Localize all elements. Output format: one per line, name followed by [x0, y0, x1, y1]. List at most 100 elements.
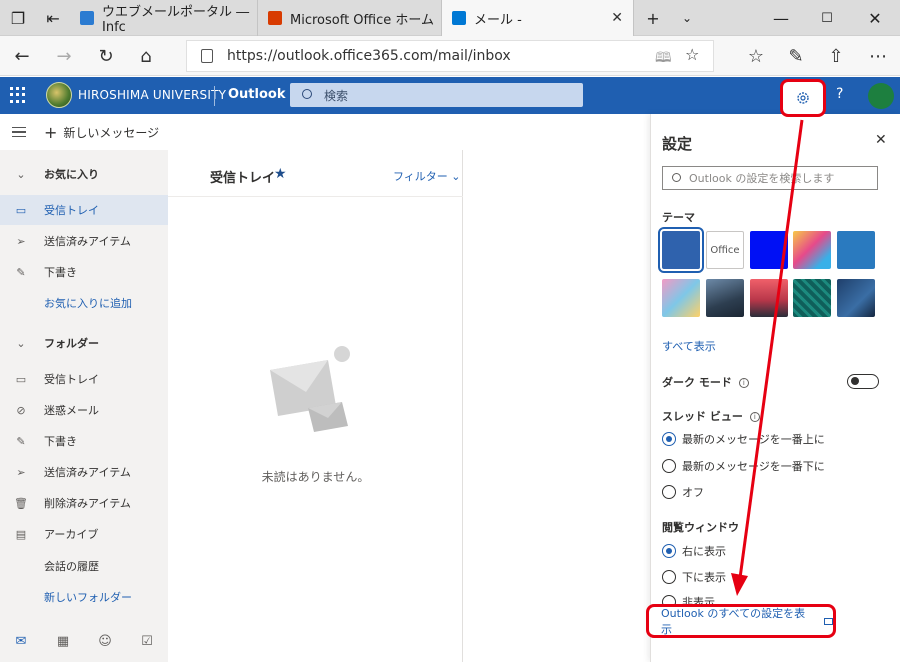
folder-item-drafts[interactable]: ✎ 下書き [0, 426, 168, 456]
app-launcher-icon[interactable] [10, 87, 26, 103]
radio-button[interactable] [662, 485, 676, 499]
tab-list-chevron-icon[interactable]: ⌄ [672, 0, 702, 36]
refresh-icon[interactable]: ↻ [92, 42, 120, 70]
theme-swatch-colorful[interactable] [793, 231, 831, 269]
browser-tab-webmail-portal[interactable]: ウエブメールポータル ― Infc [70, 0, 258, 36]
browser-tab-office-home[interactable]: Microsoft Office ホーム [258, 0, 442, 36]
favorites-item-drafts[interactable]: ✎ 下書き [0, 257, 168, 287]
filter-label: フィルター [393, 170, 448, 183]
thread-option-off[interactable]: オフ [662, 484, 704, 500]
hamburger-menu-icon[interactable] [12, 127, 26, 137]
folders-heading: フォルダー [44, 337, 99, 350]
radio-button[interactable] [662, 432, 676, 446]
view-all-outlook-settings-link[interactable]: Outlook のすべての設定を表示 [646, 604, 836, 638]
new-tab-icon[interactable]: + [634, 0, 672, 36]
favorites-item-inbox[interactable]: ▭ 受信トレイ [0, 195, 168, 225]
pen-icon[interactable]: ✎ [782, 42, 810, 70]
home-icon[interactable]: ⌂ [132, 42, 160, 70]
new-folder-link[interactable]: 新しいフォルダー [0, 582, 168, 612]
outlook-favicon-icon [452, 11, 466, 25]
folder-pane: ⌄ お気に入り ▭ 受信トレイ ➢ 送信済みアイテム ✎ 下書き お気に入りに追… [0, 150, 168, 662]
search-box[interactable]: 検索 [290, 83, 583, 107]
folder-item-archive[interactable]: ▤ アーカイブ [0, 519, 168, 549]
folder-item-inbox[interactable]: ▭ 受信トレイ [0, 364, 168, 394]
reading-view-icon[interactable]: 🕮 [655, 47, 672, 71]
forward-icon[interactable]: → [50, 42, 78, 70]
close-icon[interactable]: ✕ [875, 132, 887, 148]
folder-label: 受信トレイ [44, 373, 99, 386]
plus-icon: + [44, 123, 58, 142]
mail-icon[interactable]: ✉ [0, 628, 42, 658]
url-field[interactable]: https://outlook.office365.com/mail/inbox… [186, 40, 714, 72]
radio-label: 下に表示 [682, 571, 726, 584]
close-tab-icon[interactable]: ✕ [611, 10, 623, 26]
favorites-item-sent[interactable]: ➢ 送信済みアイテム [0, 226, 168, 256]
thread-option-newest-bottom[interactable]: 最新のメッセージを一番下に [662, 458, 825, 474]
radio-button[interactable] [662, 459, 676, 473]
help-icon[interactable]: ? [836, 86, 843, 102]
command-bar: + 新しいメッセージ [0, 114, 650, 150]
folders-header[interactable]: ⌄ フォルダー [0, 328, 168, 358]
calendar-icon[interactable]: ▦ [42, 628, 84, 658]
settings-search-placeholder: Outlook の設定を検索します [689, 172, 835, 185]
settings-panel: 設定 ✕ Outlook の設定を検索します テーマ Office すべて表示 … [650, 114, 900, 662]
filter-button[interactable]: フィルター ⌄ [393, 168, 461, 184]
app-name[interactable]: Outlook [228, 87, 285, 102]
browser-tab-mail[interactable]: メール - ✕ [442, 0, 634, 36]
folder-label: 送信済みアイテム [44, 235, 131, 248]
gear-icon [797, 92, 809, 104]
inbox-icon: ▭ [15, 203, 27, 217]
set-aside-tabs-icon[interactable]: ⇤ [36, 0, 70, 36]
folder-label: 会話の履歴 [44, 560, 99, 573]
folder-item-conversation-history[interactable]: 会話の履歴 [0, 551, 168, 581]
new-message-button[interactable]: + 新しいメッセージ [44, 123, 159, 142]
favorites-heading: お気に入り [44, 168, 99, 181]
theme-swatch-pastel[interactable] [662, 279, 700, 317]
dark-mode-toggle[interactable] [847, 374, 879, 389]
reading-option-bottom[interactable]: 下に表示 [662, 569, 726, 585]
show-all-themes-link[interactable]: すべて表示 [662, 338, 716, 354]
avatar[interactable] [868, 83, 894, 109]
theme-swatch-nation[interactable] [837, 279, 875, 317]
info-icon[interactable]: i [749, 412, 760, 422]
favorite-star-icon[interactable]: ★ [274, 166, 287, 182]
tab-actions-icon[interactable]: ❐ [0, 0, 36, 36]
settings-search-input[interactable]: Outlook の設定を検索します [662, 166, 878, 190]
favorites-list-icon[interactable]: ☆ [742, 42, 770, 70]
university-name: HIROSHIMA UNIVERSITY [78, 88, 227, 102]
theme-swatch-pattern-blue[interactable] [837, 231, 875, 269]
theme-swatch-blue[interactable] [658, 227, 704, 273]
trash-icon: 🗑 [14, 496, 28, 510]
theme-swatch-mountain[interactable] [706, 279, 744, 317]
add-to-favorites-link[interactable]: お気に入りに追加 [0, 288, 168, 318]
favorites-header[interactable]: ⌄ お気に入り [0, 159, 168, 189]
back-icon[interactable]: ← [8, 42, 36, 70]
close-window-icon[interactable]: ✕ [852, 0, 898, 36]
radio-label: 右に表示 [682, 545, 726, 558]
info-icon[interactable]: i [738, 378, 749, 388]
folder-item-deleted[interactable]: 🗑 削除済みアイテム [0, 488, 168, 518]
favorite-star-icon[interactable]: ☆ [685, 45, 699, 64]
radio-button[interactable] [662, 570, 676, 584]
tasks-icon[interactable]: ☑ [126, 628, 168, 658]
radio-button[interactable] [662, 544, 676, 558]
folder-label: 受信トレイ [44, 204, 99, 217]
more-icon[interactable]: ⋯ [864, 42, 892, 70]
search-icon [672, 173, 681, 182]
thread-option-newest-top[interactable]: 最新のメッセージを一番上に [662, 431, 825, 447]
radio-label: 最新のメッセージを一番上に [682, 433, 825, 446]
minimize-icon[interactable]: — [758, 0, 804, 36]
dark-mode-label: ダーク モード i [662, 374, 749, 390]
theme-swatch-sunset[interactable] [750, 279, 788, 317]
maximize-icon[interactable]: ☐ [804, 0, 850, 36]
folder-item-sent[interactable]: ➢ 送信済みアイテム [0, 457, 168, 487]
folder-item-junk[interactable]: ⊘ 迷惑メール [0, 395, 168, 425]
people-icon[interactable]: ☺ [84, 628, 126, 658]
theme-swatch-bright-blue[interactable] [750, 231, 788, 269]
reading-option-right[interactable]: 右に表示 [662, 543, 726, 559]
theme-swatch-office[interactable]: Office [706, 231, 744, 269]
theme-swatch-circuit[interactable] [793, 279, 831, 317]
settings-gear-button[interactable] [780, 79, 826, 117]
share-icon[interactable]: ⇧ [822, 42, 850, 70]
empty-message: 未読はありません。 [261, 470, 370, 484]
